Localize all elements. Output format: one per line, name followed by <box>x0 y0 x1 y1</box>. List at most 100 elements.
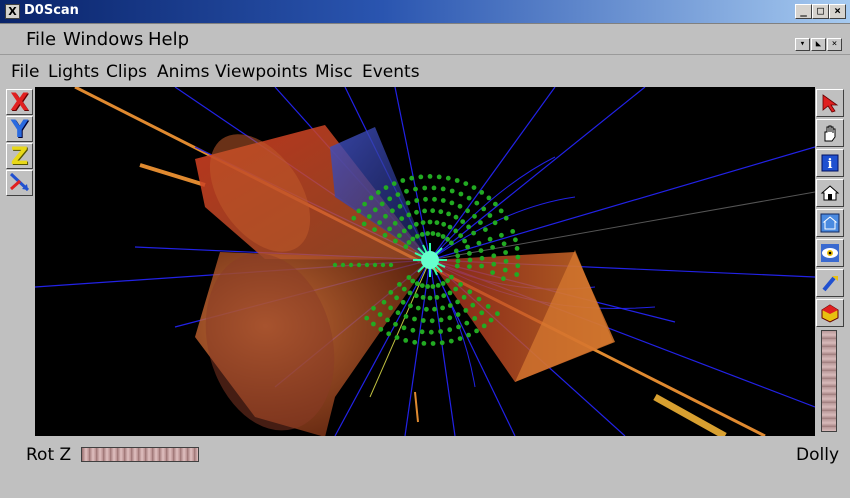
hit-dot <box>467 289 473 295</box>
hit-dot <box>467 251 472 256</box>
menu-file[interactable]: File <box>26 29 56 50</box>
hit-dot <box>413 221 419 227</box>
hit-dot <box>439 340 445 346</box>
z-axis-icon[interactable]: Z <box>6 143 33 169</box>
hit-dot <box>413 186 418 192</box>
hit-dot <box>453 228 459 234</box>
hit-dot <box>499 232 504 238</box>
close-button[interactable]: × <box>829 4 846 19</box>
hit-dot <box>513 237 518 243</box>
hit-dot <box>514 246 520 251</box>
hit-dot <box>453 214 459 220</box>
hit-dot <box>467 257 473 263</box>
hit-dot <box>440 234 446 239</box>
hit-dot <box>515 254 521 260</box>
hit-dot <box>454 178 460 183</box>
hit-dot <box>514 272 520 277</box>
hit-dot <box>409 175 415 181</box>
hit-dot <box>430 231 436 236</box>
dolly-thumbwheel[interactable] <box>821 330 837 432</box>
hit-dot <box>412 316 417 322</box>
hit-dot <box>501 241 507 247</box>
hit-dot <box>407 224 413 230</box>
hit-dot <box>432 306 437 312</box>
y-axis-icon[interactable]: Y <box>6 116 33 142</box>
viewer-menu-lights[interactable]: Lights <box>48 62 99 82</box>
hit-dot <box>447 303 453 308</box>
subwindow-minimize-button[interactable]: ▾ <box>795 38 810 51</box>
hit-dot <box>430 341 436 346</box>
info-icon[interactable]: i <box>816 149 844 177</box>
set-home-icon[interactable] <box>816 209 844 237</box>
hit-dot <box>372 207 378 213</box>
hit-dot <box>449 188 455 194</box>
hit-dot <box>419 232 425 237</box>
hit-dot <box>441 293 447 299</box>
hit-dot <box>385 317 390 323</box>
main-menubar: File Windows Help ▾ ◣ × <box>0 25 850 55</box>
hit-dot <box>481 206 487 212</box>
viewer-menu-events[interactable]: Events <box>362 62 420 82</box>
hit-dot <box>375 190 381 195</box>
hit-dot <box>471 230 476 236</box>
subwindow-restore-button[interactable]: ◣ <box>811 38 826 51</box>
hit-dot <box>395 192 401 197</box>
hit-dot <box>422 185 428 191</box>
hit-dot <box>419 283 425 288</box>
axis-swap-icon[interactable] <box>6 170 33 196</box>
event-display-viewport[interactable] <box>35 87 815 436</box>
svg-text:i: i <box>828 157 833 172</box>
hit-dot <box>351 215 357 221</box>
viewer-menu-misc[interactable]: Misc <box>315 62 353 82</box>
hit-dot <box>380 262 386 268</box>
pick-arrow-icon[interactable] <box>816 89 844 117</box>
hit-dot <box>453 248 459 254</box>
hit-dot <box>446 211 451 217</box>
hit-dot <box>481 323 487 329</box>
x-axis-icon[interactable]: X <box>6 89 33 115</box>
hit-dot <box>498 208 504 214</box>
hit-dot <box>420 295 426 300</box>
hit-dot <box>399 216 405 222</box>
menu-help[interactable]: Help <box>148 29 189 50</box>
hit-dot <box>462 238 467 244</box>
hit-dot <box>368 195 374 201</box>
hit-dot <box>457 203 463 209</box>
home-icon[interactable] <box>816 179 844 207</box>
maximize-button[interactable]: □ <box>812 4 829 19</box>
window-titlebar[interactable]: X D0Scan _ □ × <box>0 0 850 24</box>
hit-dot <box>387 226 392 232</box>
hit-dot <box>356 208 362 214</box>
minimize-button[interactable]: _ <box>795 4 812 19</box>
hit-dot <box>414 281 420 287</box>
viewer-menu-clips[interactable]: Clips <box>106 62 147 82</box>
hit-dot <box>495 311 500 317</box>
subwindow-close-button[interactable]: × <box>827 38 842 51</box>
viewer-menu-file[interactable]: File <box>11 62 39 82</box>
hit-dot <box>445 278 450 284</box>
draw-style-icon[interactable] <box>816 299 844 327</box>
hit-dot <box>379 201 385 207</box>
hit-dot <box>447 224 453 230</box>
eye-icon[interactable] <box>816 239 844 267</box>
hit-dot <box>447 290 453 296</box>
hand-icon[interactable] <box>816 119 844 147</box>
hit-dot <box>503 215 509 221</box>
hit-dot <box>478 220 483 226</box>
flashlight-icon[interactable] <box>816 269 844 297</box>
rot-z-thumbwheel[interactable] <box>81 447 199 462</box>
hit-dot <box>447 315 453 321</box>
hit-dot <box>449 200 455 206</box>
hit-dot <box>454 263 460 269</box>
hit-dot <box>503 250 508 255</box>
hit-dot <box>410 278 416 284</box>
hit-dot <box>435 232 441 238</box>
hit-dot <box>393 238 398 244</box>
menu-windows[interactable]: Windows <box>63 29 143 50</box>
hit-dot <box>393 321 398 327</box>
vertex-core <box>421 251 439 269</box>
viewer-menu-viewpoints[interactable]: Viewpoints <box>215 62 308 82</box>
viewer-menu-anims[interactable]: Anims <box>157 62 210 82</box>
hit-dot <box>466 332 471 338</box>
hit-dot <box>460 219 466 225</box>
